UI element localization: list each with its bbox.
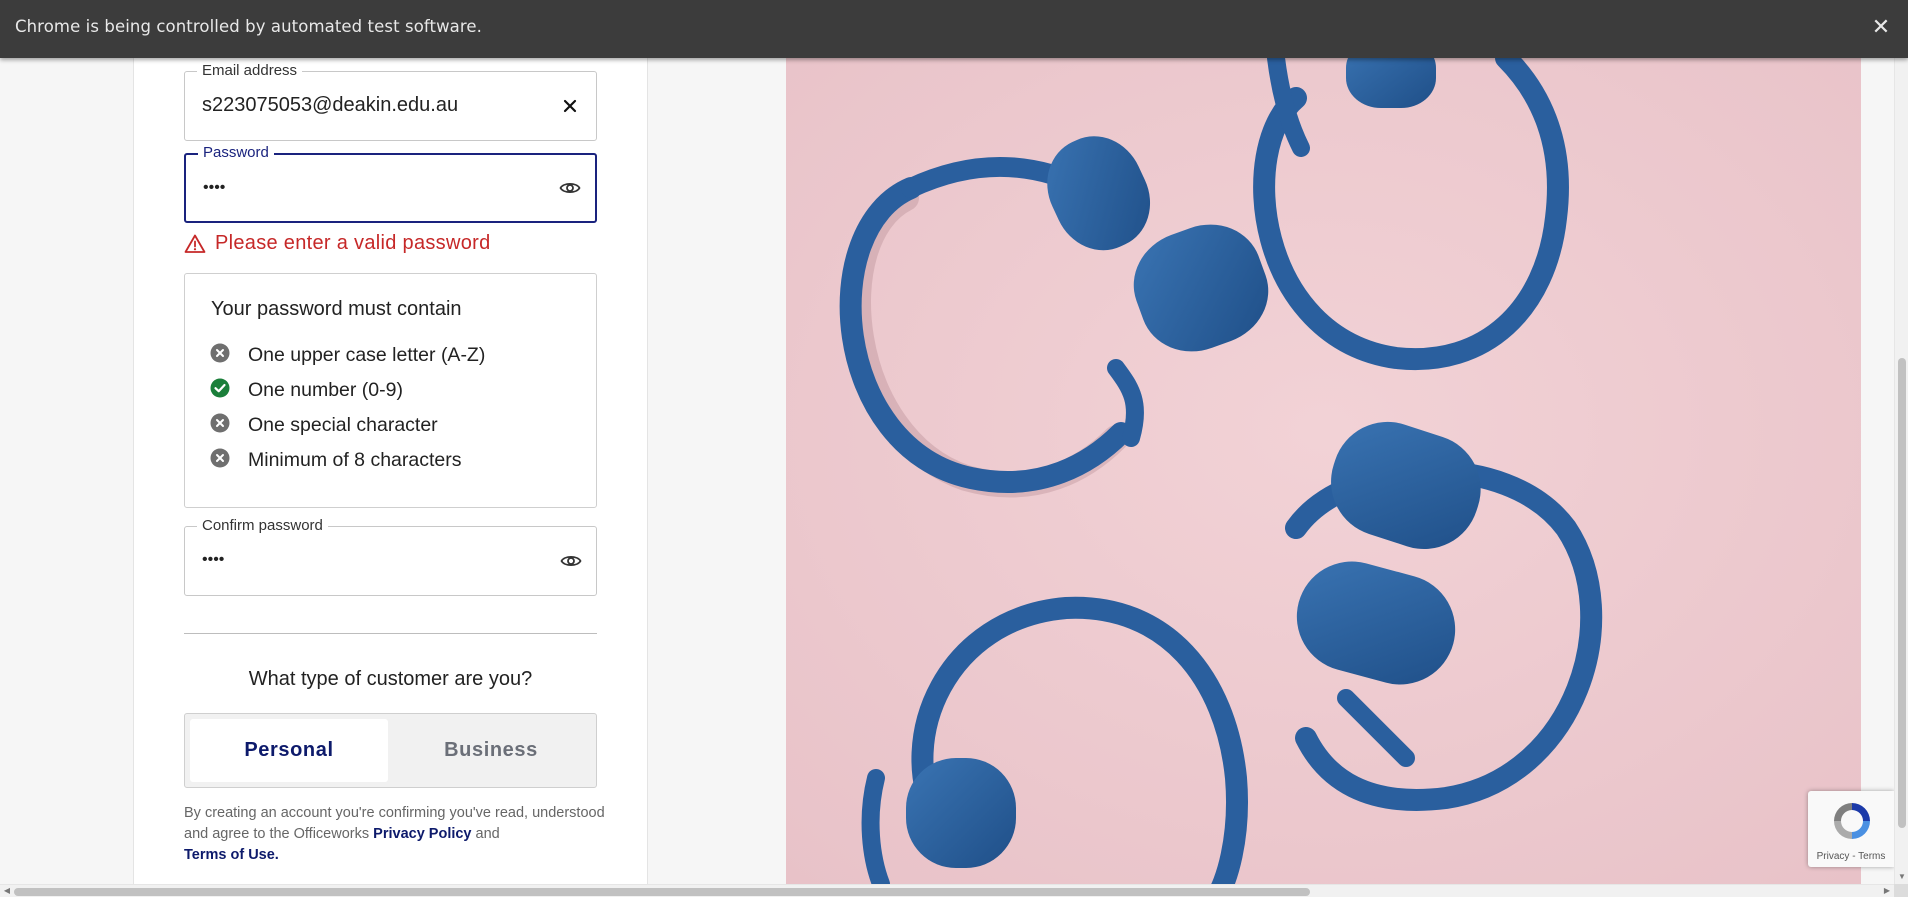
x-circle-icon bbox=[210, 448, 230, 468]
password-label: Password bbox=[198, 144, 274, 161]
personal-option-button[interactable]: Personal bbox=[190, 719, 388, 782]
email-field[interactable]: Email address s223075053@deakin.edu.au bbox=[184, 62, 597, 141]
vertical-scroll-thumb[interactable] bbox=[1898, 358, 1906, 828]
scroll-left-arrow-icon[interactable]: ◀ bbox=[2, 886, 12, 896]
legal-notice: By creating an account you're confirming… bbox=[184, 803, 614, 866]
confirm-password-field[interactable]: Confirm password •••• bbox=[184, 517, 597, 596]
vertical-scrollbar[interactable]: ▼ bbox=[1894, 58, 1908, 884]
headphones-illustration bbox=[786, 58, 1861, 884]
headphones-hero-image bbox=[786, 58, 1861, 884]
infobar-close-icon[interactable]: ✕ bbox=[1868, 14, 1894, 40]
scroll-right-arrow-icon[interactable]: ▶ bbox=[1882, 886, 1892, 896]
eye-icon[interactable] bbox=[558, 176, 582, 200]
automation-infobar: Chrome is being controlled by automated … bbox=[0, 0, 1908, 58]
check-circle-icon bbox=[210, 378, 230, 398]
rule-label: One upper case letter (A-Z) bbox=[248, 344, 486, 366]
x-circle-icon bbox=[210, 413, 230, 433]
horizontal-scrollbar[interactable]: ◀ ▶ bbox=[0, 884, 1894, 897]
error-message: Please enter a valid password bbox=[215, 232, 491, 254]
horizontal-scroll-thumb[interactable] bbox=[14, 888, 1310, 896]
recaptcha-links[interactable]: Privacy - Terms bbox=[1808, 851, 1894, 862]
terms-of-use-link[interactable]: Terms of Use. bbox=[184, 847, 279, 863]
legal-conjunction: and bbox=[475, 826, 500, 842]
confirm-password-label: Confirm password bbox=[197, 517, 328, 534]
infobar-message: Chrome is being controlled by automated … bbox=[15, 17, 482, 36]
customer-type-question: What type of customer are you? bbox=[248, 668, 533, 690]
signup-form-panel: Email address s223075053@deakin.edu.au P… bbox=[133, 58, 648, 884]
scrollbar-corner bbox=[1894, 884, 1908, 897]
middle-gutter bbox=[648, 58, 786, 884]
business-option-button[interactable]: Business bbox=[392, 719, 590, 782]
rule-label: One special character bbox=[248, 414, 438, 436]
left-gutter bbox=[0, 58, 134, 884]
recaptcha-badge[interactable]: Privacy - Terms bbox=[1808, 791, 1894, 867]
password-field[interactable]: Password •••• bbox=[184, 144, 597, 223]
recaptcha-icon bbox=[1830, 799, 1874, 843]
email-value: s223075053@deakin.edu.au bbox=[202, 94, 459, 116]
warning-icon bbox=[184, 233, 206, 255]
close-icon[interactable] bbox=[558, 94, 582, 118]
email-label: Email address bbox=[197, 62, 303, 79]
confirm-password-value: •••• bbox=[202, 551, 225, 568]
password-value: •••• bbox=[203, 179, 226, 196]
rule-label: One number (0-9) bbox=[248, 379, 403, 401]
privacy-policy-link[interactable]: Privacy Policy bbox=[373, 826, 471, 842]
eye-icon[interactable] bbox=[559, 549, 583, 573]
password-rules: Your password must contain One upper cas… bbox=[184, 273, 597, 508]
scroll-down-arrow-icon[interactable]: ▼ bbox=[1897, 872, 1907, 882]
customer-type-toggle: Personal Business bbox=[184, 713, 597, 788]
x-circle-icon bbox=[210, 343, 230, 363]
section-divider bbox=[184, 633, 597, 634]
rules-title: Your password must contain bbox=[211, 298, 462, 320]
rule-label: Minimum of 8 characters bbox=[248, 449, 462, 471]
